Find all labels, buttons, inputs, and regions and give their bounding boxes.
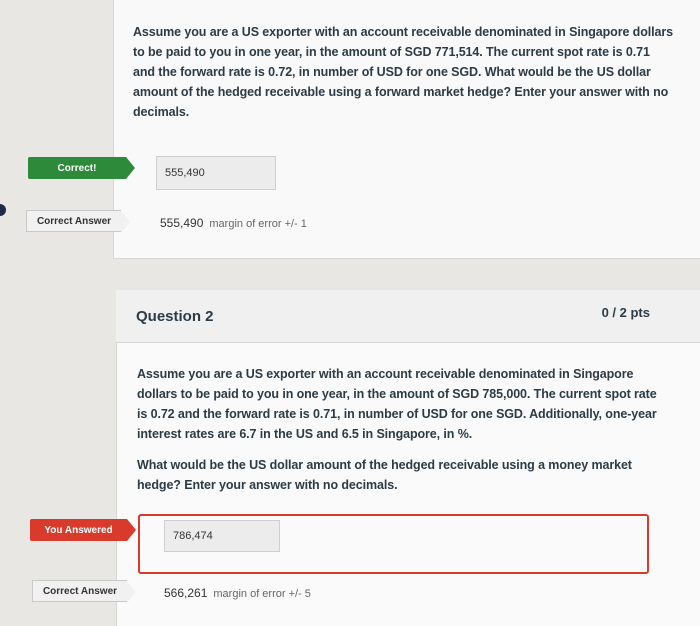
question-2-text: Assume you are a US exporter with an acc… (137, 367, 657, 441)
q2-correct-answer: 566,261 margin of error +/- 5 (164, 586, 311, 600)
q1-correct-answer: 555,490 margin of error +/- 1 (160, 216, 307, 230)
question-1-text: Assume you are a US exporter with an acc… (133, 25, 673, 119)
q1-correct-answer-tag: Correct Answer (26, 210, 130, 233)
correct-status-tag: Correct! (28, 157, 135, 179)
side-indicator-dot (0, 204, 6, 216)
q1-answer-box: 555,490 (156, 156, 276, 190)
question-2-points: 0 / 2 pts (601, 305, 650, 320)
q1-margin-of-error: margin of error +/- 1 (209, 218, 307, 230)
q2-correct-answer-value: 566,261 (164, 586, 208, 600)
question-2-title: Question 2 (136, 308, 214, 325)
question-2-prompt: What would be the US dollar amount of th… (137, 458, 632, 492)
q2-correct-answer-tag: Correct Answer (32, 580, 136, 603)
q2-margin-of-error: margin of error +/- 5 (213, 588, 311, 600)
q1-correct-answer-value: 555,490 (160, 216, 204, 230)
q2-answer-box: 786,474 (164, 520, 280, 552)
you-answered-tag: You Answered (30, 519, 136, 541)
